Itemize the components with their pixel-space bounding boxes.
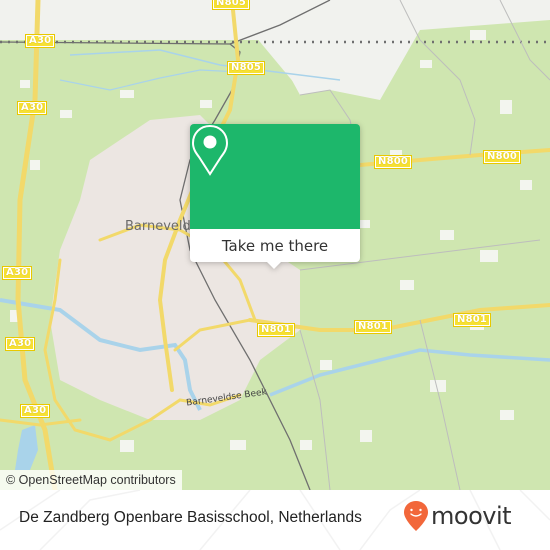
moovit-logo[interactable]: moovit bbox=[403, 500, 512, 532]
map-attribution[interactable]: © OpenStreetMap contributors bbox=[0, 470, 182, 490]
road-shield-n805: N805 bbox=[227, 61, 266, 75]
moovit-wordmark: moovit bbox=[431, 502, 512, 530]
place-label-barneveld: Barneveld bbox=[125, 219, 191, 234]
road-shield-n805: N805 bbox=[212, 0, 251, 10]
take-me-there-label: Take me there bbox=[221, 236, 329, 255]
road-shield-a30: A30 bbox=[2, 266, 33, 280]
road-shield-a30: A30 bbox=[25, 34, 56, 48]
place-title: De Zandberg Openbare Basisschool, Nether… bbox=[19, 509, 362, 526]
take-me-there-button[interactable]: Take me there bbox=[190, 229, 360, 262]
popup-pointer bbox=[266, 261, 282, 269]
lake bbox=[15, 425, 38, 470]
footer-bar: De Zandberg Openbare Basisschool, Nether… bbox=[0, 490, 550, 550]
road-shield-n800: N800 bbox=[374, 155, 413, 169]
popup-header bbox=[190, 124, 360, 229]
road-shield-n801: N801 bbox=[354, 320, 393, 334]
road-shield-n800: N800 bbox=[483, 150, 522, 164]
road-shield-n801: N801 bbox=[453, 313, 492, 327]
road-shield-a30: A30 bbox=[17, 101, 48, 115]
road-shield-n801: N801 bbox=[257, 323, 296, 337]
map-view[interactable]: Barneveld Barneveldse Beek A30 A30 A30 A… bbox=[0, 0, 550, 490]
moovit-pin-logo-icon bbox=[404, 501, 428, 531]
road-shield-a30: A30 bbox=[5, 337, 36, 351]
road-shield-a30: A30 bbox=[20, 404, 51, 418]
map-pin-icon bbox=[191, 124, 229, 176]
location-popup: Take me there bbox=[190, 124, 360, 269]
attribution-text: © OpenStreetMap contributors bbox=[6, 473, 176, 487]
